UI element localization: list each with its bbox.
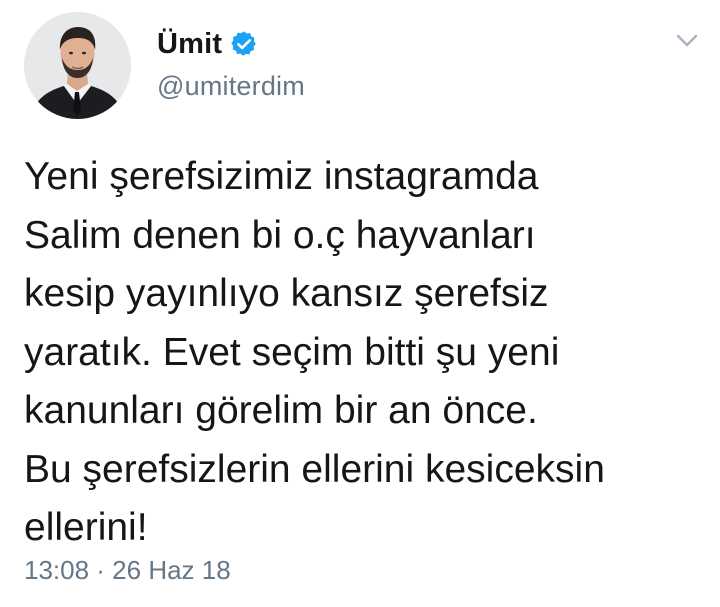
user-handle[interactable]: @umiterdim — [157, 71, 305, 102]
verified-badge-icon — [230, 30, 258, 58]
chevron-down-icon[interactable] — [672, 30, 702, 52]
tweet-timestamp[interactable]: 13:08 · 26 Haz 18 — [24, 555, 231, 586]
display-name-row: Ümit — [157, 24, 258, 64]
avatar[interactable] — [24, 12, 131, 119]
profile-photo — [24, 12, 131, 119]
tweet-text: Yeni şerefsizimiz instagramda Salim dene… — [24, 155, 605, 549]
tweet-card: Ümit @umiterdim Yeni şerefsizimiz instag… — [0, 0, 720, 607]
display-name[interactable]: Ümit — [157, 28, 222, 61]
